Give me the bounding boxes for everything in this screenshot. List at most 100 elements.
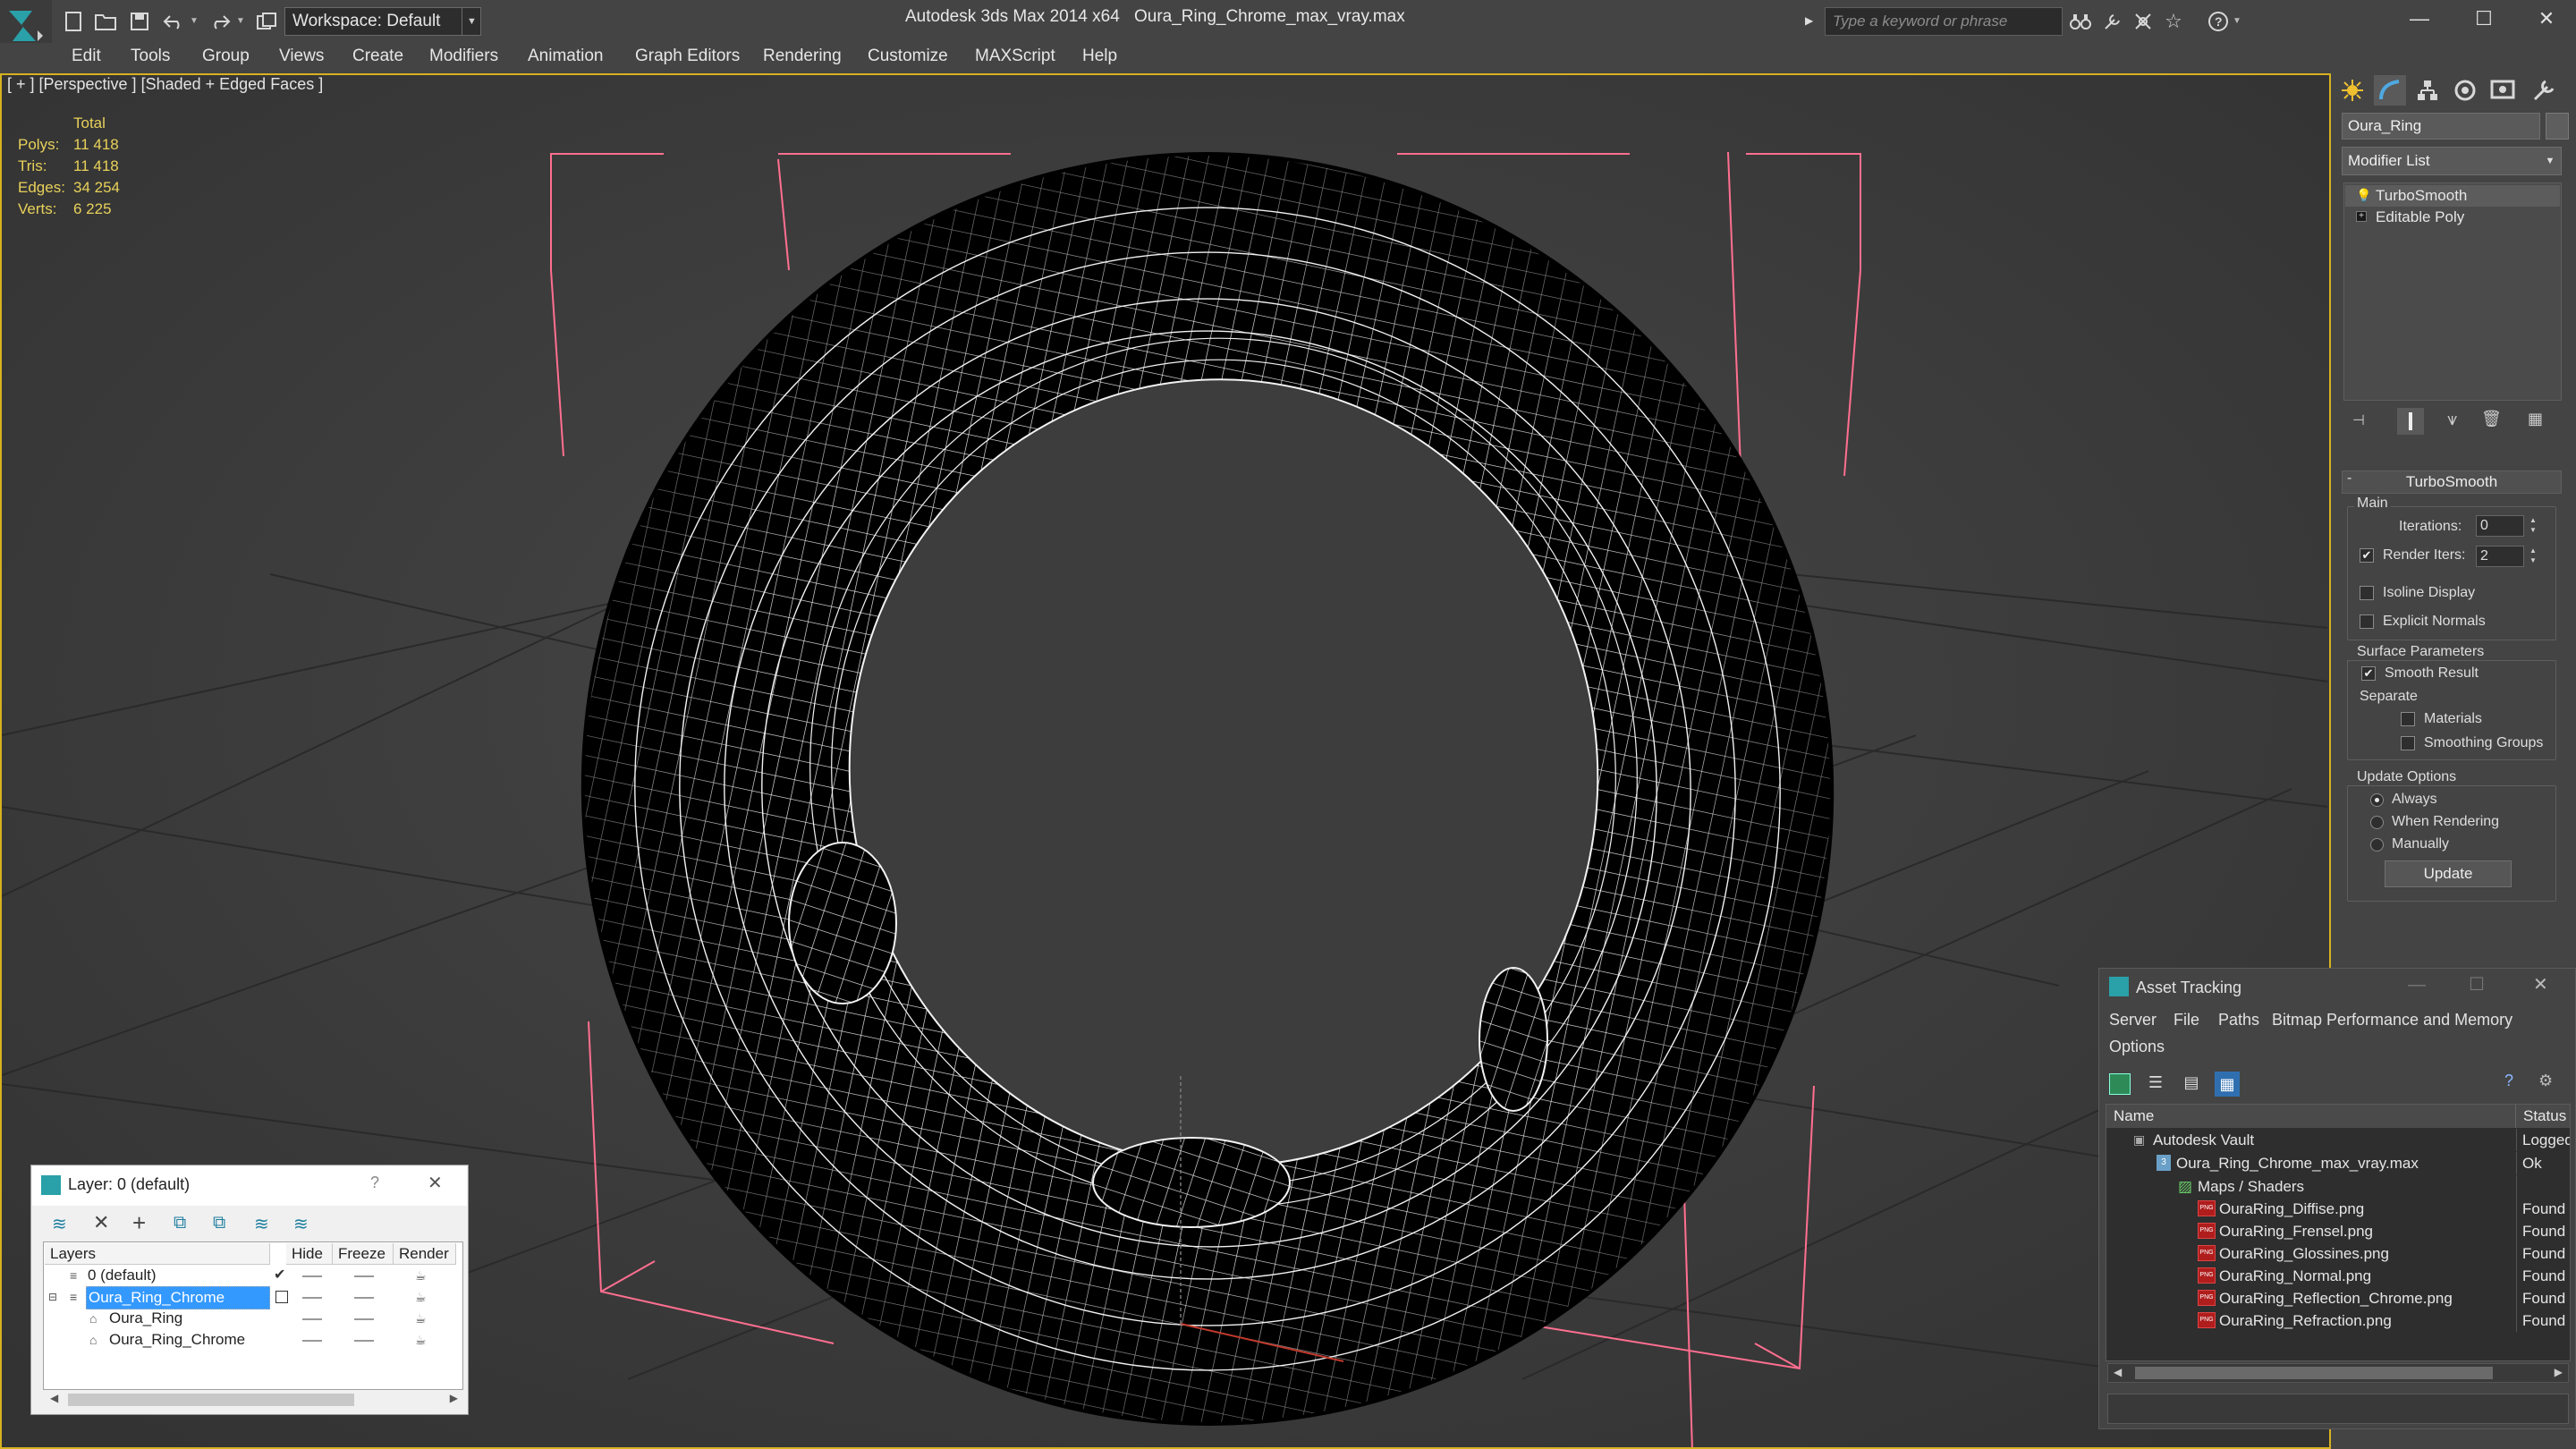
- menu-edit[interactable]: Edit: [72, 47, 101, 66]
- minimize-button[interactable]: —: [2408, 975, 2426, 996]
- highlight-layer-icon[interactable]: ⧉: [213, 1213, 225, 1233]
- configure-modifier-sets-icon[interactable]: ▦: [2528, 410, 2543, 428]
- redo-icon[interactable]: [208, 9, 233, 34]
- table-view-icon[interactable]: ▦: [2215, 1072, 2240, 1097]
- stack-item-editable-poly[interactable]: Editable Poly: [2345, 207, 2560, 228]
- render-teapot-icon[interactable]: ☕: [415, 1308, 427, 1329]
- layer-horizontal-scrollbar[interactable]: ◀ ▶: [47, 1390, 462, 1410]
- add-layer-icon[interactable]: +: [132, 1209, 146, 1237]
- iterations-spinner[interactable]: 0: [2476, 515, 2524, 537]
- menu-graph-editors[interactable]: Graph Editors: [635, 47, 740, 66]
- minimize-button[interactable]: —: [2397, 5, 2442, 32]
- column-hide[interactable]: Hide: [286, 1243, 333, 1265]
- layers-stack-icon[interactable]: ≋: [52, 1213, 67, 1235]
- stack-item-turbosmooth[interactable]: TurboSmooth: [2345, 185, 2560, 207]
- show-end-result-icon[interactable]: [2397, 408, 2424, 435]
- smooth-result-checkbox[interactable]: ✔: [2361, 666, 2376, 681]
- close-button[interactable]: ✕: [2533, 973, 2548, 996]
- when-rendering-radio[interactable]: [2370, 816, 2384, 829]
- modifier-list-dropdown[interactable]: Modifier List: [2342, 147, 2562, 175]
- asset-row[interactable]: ▣ Autodesk Vault Logged: [2106, 1129, 2570, 1151]
- scrollbar-thumb[interactable]: [2135, 1367, 2493, 1379]
- close-button[interactable]: ✕: [428, 1172, 443, 1194]
- settings-icon[interactable]: ⚙: [2538, 1072, 2553, 1090]
- hide-toggle[interactable]: [302, 1275, 322, 1277]
- layer-row[interactable]: ⌂ Oura_Ring ☕: [45, 1308, 462, 1329]
- materials-checkbox[interactable]: [2401, 712, 2415, 726]
- scroll-left-icon[interactable]: ◀: [2114, 1366, 2122, 1378]
- refresh-icon[interactable]: [2109, 1073, 2131, 1095]
- communication-center-icon[interactable]: [2131, 9, 2156, 34]
- smoothing-groups-checkbox[interactable]: [2401, 736, 2415, 750]
- explicit-normals-checkbox[interactable]: [2360, 614, 2374, 629]
- freeze-toggle[interactable]: [354, 1297, 374, 1299]
- layer-row[interactable]: ≡ 0 (default) ✔ ☕: [45, 1265, 462, 1286]
- scroll-left-icon[interactable]: ◀: [50, 1392, 58, 1404]
- scroll-right-icon[interactable]: ▶: [2555, 1366, 2563, 1378]
- redo-dropdown-icon[interactable]: ▼: [236, 16, 245, 26]
- isoline-display-checkbox[interactable]: [2360, 586, 2374, 600]
- asset-menu-options[interactable]: Options: [2109, 1038, 2165, 1056]
- help-dropdown-icon[interactable]: ▼: [2233, 16, 2241, 26]
- workspace-dropdown[interactable]: Workspace: Default: [284, 7, 481, 36]
- make-unique-icon[interactable]: ⩛: [2447, 410, 2457, 430]
- delete-layer-icon[interactable]: ✕: [93, 1211, 109, 1234]
- column-layers[interactable]: Layers: [45, 1243, 270, 1265]
- maximize-button[interactable]: ☐: [2462, 5, 2506, 32]
- menu-help[interactable]: Help: [1082, 47, 1117, 66]
- menu-group[interactable]: Group: [202, 47, 250, 66]
- create-tab-icon[interactable]: [2336, 75, 2368, 106]
- list-view-icon[interactable]: ☰: [2145, 1073, 2166, 1095]
- freeze-toggle[interactable]: [354, 1275, 374, 1277]
- chevron-down-icon[interactable]: ▼: [462, 7, 481, 36]
- collapse-minus-icon[interactable]: ⊟: [48, 1286, 57, 1308]
- render-teapot-icon[interactable]: ☕: [415, 1286, 427, 1308]
- asset-menu-bitmap-performance[interactable]: Bitmap Performance and Memory: [2272, 1011, 2512, 1030]
- asset-menu-server[interactable]: Server: [2109, 1011, 2157, 1030]
- menu-modifiers[interactable]: Modifiers: [429, 47, 498, 66]
- menu-rendering[interactable]: Rendering: [763, 47, 842, 66]
- hide-toggle[interactable]: [302, 1297, 322, 1299]
- render-iters-checkbox[interactable]: ✔: [2360, 548, 2374, 563]
- layer-row[interactable]: ⊟ ≡ Oura_Ring_Chrome ☕: [45, 1286, 462, 1309]
- set-active-checkbox[interactable]: [275, 1291, 288, 1303]
- freeze-toggle[interactable]: [354, 1340, 374, 1342]
- save-file-icon[interactable]: [127, 9, 152, 34]
- asset-row[interactable]: PNG OuraRing_Refraction.png Found: [2106, 1309, 2570, 1332]
- search-input[interactable]: Type a keyword or phrase: [1825, 7, 2063, 36]
- column-name[interactable]: Name: [2106, 1105, 2516, 1128]
- modify-tab-icon[interactable]: [2374, 75, 2406, 106]
- menu-views[interactable]: Views: [279, 47, 324, 66]
- search-expand-icon[interactable]: ▶: [1805, 14, 1813, 27]
- column-render[interactable]: Render: [394, 1243, 456, 1265]
- column-freeze[interactable]: Freeze: [333, 1243, 394, 1265]
- hide-toggle[interactable]: [302, 1340, 322, 1342]
- motion-tab-icon[interactable]: [2449, 75, 2481, 106]
- pin-stack-icon[interactable]: ⊣: [2352, 411, 2365, 429]
- hide-all-icon[interactable]: ≋: [254, 1213, 269, 1235]
- render-teapot-icon[interactable]: ☕: [415, 1265, 427, 1286]
- help-icon[interactable]: ?: [2504, 1072, 2513, 1090]
- binoculars-icon[interactable]: [2068, 9, 2093, 34]
- menu-animation[interactable]: Animation: [528, 47, 604, 66]
- favorites-star-icon[interactable]: ☆: [2161, 9, 2186, 34]
- spinner-arrows-icon[interactable]: ▲ ▼: [2528, 546, 2538, 567]
- select-objects-icon[interactable]: ⧉: [174, 1213, 186, 1233]
- column-status[interactable]: Status: [2516, 1105, 2570, 1128]
- asset-menu-paths[interactable]: Paths: [2218, 1011, 2259, 1030]
- manually-radio[interactable]: [2370, 838, 2384, 852]
- remove-modifier-icon[interactable]: 🗑: [2481, 410, 2502, 428]
- open-file-icon[interactable]: [93, 9, 118, 34]
- expand-plus-icon[interactable]: +: [2356, 211, 2367, 222]
- freeze-toggle[interactable]: [354, 1318, 374, 1320]
- utilities-tab-icon[interactable]: [2528, 75, 2560, 106]
- asset-row[interactable]: PNG OuraRing_Diffise.png Found: [2106, 1198, 2570, 1220]
- menu-create[interactable]: Create: [352, 47, 403, 66]
- chevron-down-icon[interactable]: ▼: [2540, 148, 2560, 174]
- lightbulb-icon[interactable]: 💡: [2356, 188, 2371, 203]
- asset-row[interactable]: 3 Oura_Ring_Chrome_max_vray.max Ok: [2106, 1152, 2570, 1174]
- asset-row[interactable]: PNG OuraRing_Reflection_Chrome.png Found: [2106, 1287, 2570, 1309]
- hide-toggle[interactable]: [302, 1318, 322, 1320]
- update-button[interactable]: Update: [2385, 860, 2512, 887]
- menu-customize[interactable]: Customize: [868, 47, 948, 66]
